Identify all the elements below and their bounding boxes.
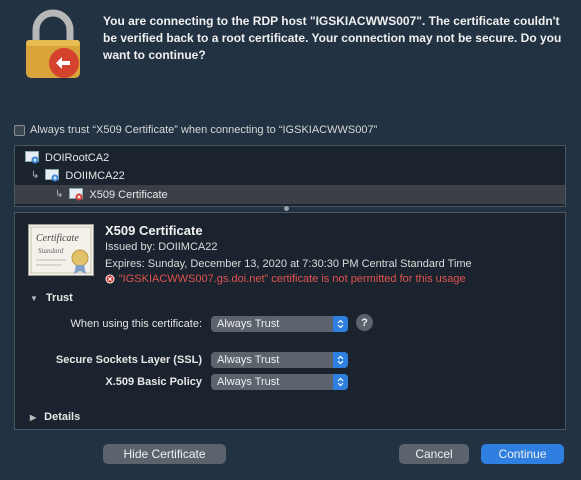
basic-policy-value: Always Trust (217, 376, 280, 388)
certificate-chain-tree: DOIRootCA2 ↳ DOIIMCA22 ↳ X509 Certificat… (14, 145, 566, 207)
trust-disclosure[interactable]: ▼ Trust (30, 292, 73, 304)
tree-item-intermediate[interactable]: ↳ DOIIMCA22 (31, 166, 125, 185)
tree-item-label: X509 Certificate (89, 188, 168, 201)
always-trust-row[interactable]: Always trust “X509 Certificate” when con… (14, 124, 377, 136)
help-button[interactable]: ? (356, 314, 373, 331)
dialog-message: You are connecting to the RDP host "IGSK… (103, 14, 562, 62)
when-using-label: When using this certificate: (70, 318, 202, 330)
cancel-button[interactable]: Cancel (399, 444, 469, 464)
ssl-popup[interactable]: Always Trust (211, 352, 348, 368)
error-icon (105, 274, 115, 284)
cert-error-icon (69, 188, 84, 201)
tree-item-root[interactable]: DOIRootCA2 (25, 148, 109, 167)
tree-item-label: DOIRootCA2 (45, 151, 110, 164)
details-section-label: Details (44, 411, 81, 423)
basic-policy-label: X.509 Basic Policy (105, 376, 202, 388)
certificate-caption-2: Standard (38, 247, 64, 255)
stepper-icon (333, 316, 348, 332)
certificate-title: X509 Certificate (105, 223, 203, 238)
always-trust-label: Always trust “X509 Certificate” when con… (30, 124, 378, 136)
ssl-label: Secure Sockets Layer (SSL) (55, 354, 202, 366)
certificate-caption: Certificate (36, 233, 79, 244)
stepper-icon (333, 352, 348, 368)
hide-certificate-button[interactable]: Hide Certificate (103, 444, 226, 464)
basic-policy-popup[interactable]: Always Trust (211, 374, 348, 390)
when-using-popup[interactable]: Always Trust (211, 316, 348, 332)
issued-by: Issued by: DOIIMCA22 (105, 241, 218, 253)
child-arrow-icon: ↳ (31, 170, 40, 181)
tree-item-label: DOIIMCA22 (65, 169, 125, 182)
continue-button[interactable]: Continue (481, 444, 564, 464)
tree-item-leaf[interactable]: ↳ X509 Certificate (15, 185, 565, 204)
disclosure-down-icon: ▼ (30, 293, 38, 303)
ssl-value: Always Trust (217, 354, 280, 366)
lock-icon (26, 9, 80, 78)
certificate-error-text: “IGSKIACWWS007.gs.doi.net” certificate i… (119, 273, 466, 285)
stepper-icon (333, 374, 348, 390)
certificate-error: “IGSKIACWWS007.gs.doi.net” certificate i… (105, 273, 466, 285)
always-trust-checkbox[interactable] (14, 124, 25, 136)
trust-section-label: Trust (45, 292, 73, 304)
child-arrow-icon: ↳ (55, 189, 64, 200)
disclosure-right-icon: ▶ (30, 412, 37, 422)
cert-icon (25, 151, 39, 164)
expires: Expires: Sunday, December 13, 2020 at 7:… (105, 258, 472, 270)
split-view-handle[interactable] (284, 206, 289, 211)
cert-icon (45, 169, 60, 182)
when-using-value: Always Trust (217, 318, 280, 330)
details-disclosure[interactable]: ▶ Details (30, 411, 80, 423)
certificate-large-icon: Certificate Standard (28, 224, 94, 276)
